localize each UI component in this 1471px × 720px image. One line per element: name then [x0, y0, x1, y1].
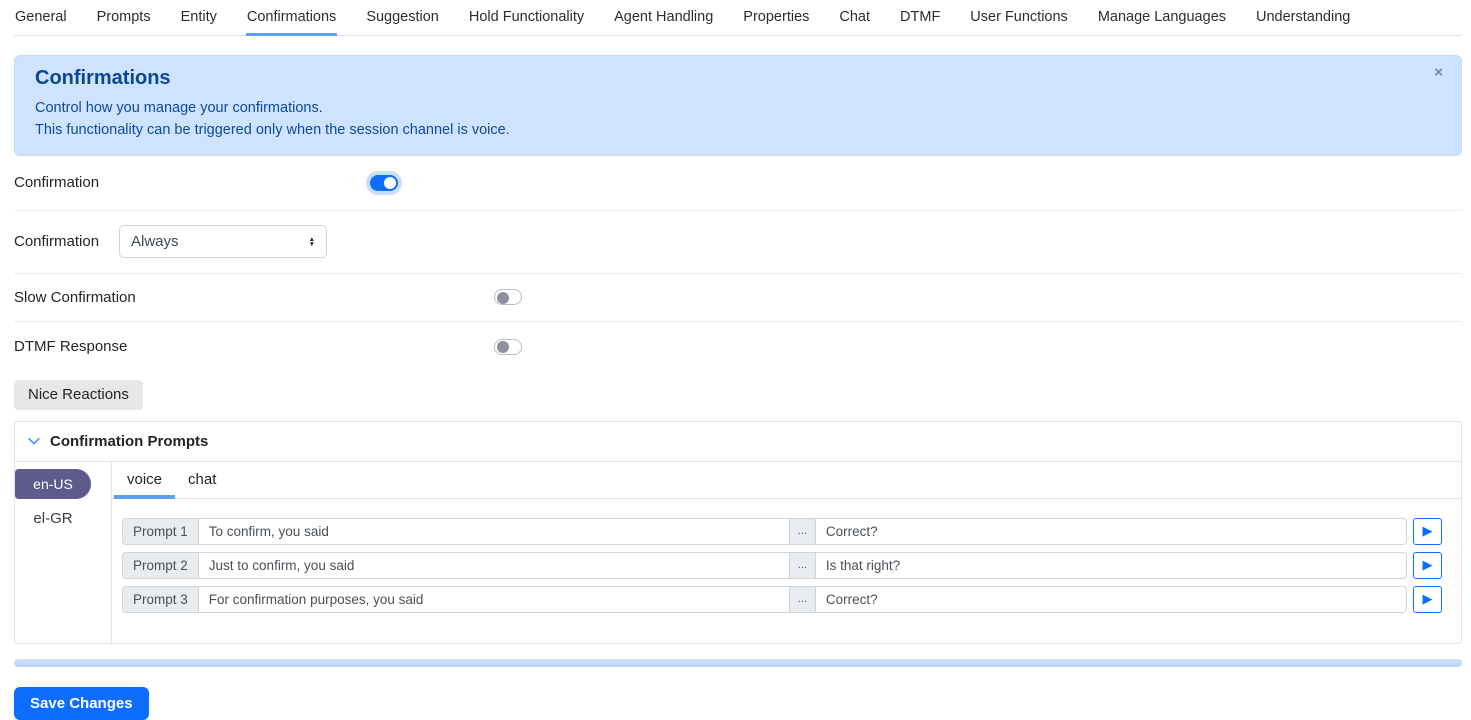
- confirmation-mode-row: Confirmation Always ▲ ▼: [14, 211, 1462, 274]
- dtmf-response-row: DTMF Response: [14, 322, 1462, 372]
- prompt-3-more-button[interactable]: ...: [790, 586, 815, 613]
- confirmations-settings-page: General Prompts Entity Confirmations Sug…: [0, 0, 1471, 720]
- confirmation-toggle-label: Confirmation: [14, 174, 370, 191]
- confirmation-prompts-header[interactable]: Confirmation Prompts: [15, 422, 1461, 462]
- prompt-row-2: Prompt 2 ... ▶: [122, 552, 1442, 579]
- prompt-3-label: Prompt 3: [122, 586, 198, 613]
- tab-hold-functionality[interactable]: Hold Functionality: [468, 9, 585, 35]
- select-arrows-icon: ▲ ▼: [309, 237, 315, 247]
- tab-chat[interactable]: chat: [175, 462, 229, 498]
- prompt-2-play-button[interactable]: ▶: [1413, 552, 1442, 579]
- save-changes-button[interactable]: Save Changes: [14, 687, 149, 720]
- play-icon: ▶: [1423, 593, 1433, 606]
- prompt-1-text-input[interactable]: [198, 518, 790, 545]
- prompt-3-suffix-input[interactable]: [815, 586, 1407, 613]
- panel-body: en-US el-GR voice chat Prompt 1 ... ▶: [15, 462, 1461, 643]
- tab-manage-languages[interactable]: Manage Languages: [1097, 9, 1227, 35]
- prompts-content: voice chat Prompt 1 ... ▶ Prompt 2 ...: [112, 462, 1461, 643]
- dtmf-response-label: DTMF Response: [14, 338, 494, 355]
- channel-tabs: voice chat: [112, 462, 1461, 499]
- banner-line2: This functionality can be triggered only…: [35, 119, 1441, 141]
- language-tab-en-us[interactable]: en-US: [15, 469, 91, 499]
- top-tab-bar: General Prompts Entity Confirmations Sug…: [14, 0, 1462, 36]
- prompt-1-play-button[interactable]: ▶: [1413, 518, 1442, 545]
- play-icon: ▶: [1423, 525, 1433, 538]
- language-tab-el-gr[interactable]: el-GR: [15, 499, 91, 527]
- chevron-down-icon[interactable]: [27, 434, 41, 448]
- tab-agent-handling[interactable]: Agent Handling: [613, 9, 714, 35]
- tab-confirmations[interactable]: Confirmations: [246, 9, 337, 35]
- confirmation-prompts-panel: Confirmation Prompts en-US el-GR voice c…: [14, 421, 1462, 644]
- confirmations-banner: × Confirmations Control how you manage y…: [14, 55, 1462, 156]
- slow-confirmation-toggle[interactable]: [494, 289, 522, 305]
- tab-understanding[interactable]: Understanding: [1255, 9, 1351, 35]
- tab-properties[interactable]: Properties: [742, 9, 810, 35]
- prompt-rows: Prompt 1 ... ▶ Prompt 2 ... ▶: [112, 499, 1461, 643]
- prompt-2-label: Prompt 2: [122, 552, 198, 579]
- slow-confirmation-label: Slow Confirmation: [14, 289, 494, 306]
- prompt-row-1: Prompt 1 ... ▶: [122, 518, 1442, 545]
- prompt-3-text-input[interactable]: [198, 586, 790, 613]
- dtmf-response-toggle[interactable]: [494, 339, 522, 355]
- prompt-1-more-button[interactable]: ...: [790, 518, 815, 545]
- confirmation-toggle-row: Confirmation: [14, 156, 1462, 211]
- tab-suggestion[interactable]: Suggestion: [365, 9, 440, 35]
- prompt-2-suffix-input[interactable]: [815, 552, 1407, 579]
- nice-reactions-button[interactable]: Nice Reactions: [14, 380, 143, 410]
- tab-user-functions[interactable]: User Functions: [969, 9, 1069, 35]
- confirmation-mode-select[interactable]: Always ▲ ▼: [119, 225, 327, 258]
- banner-line1: Control how you manage your confirmation…: [35, 97, 1441, 119]
- confirmation-toggle[interactable]: [370, 175, 398, 191]
- confirmation-mode-label: Confirmation: [14, 233, 119, 250]
- prompt-2-more-button[interactable]: ...: [790, 552, 815, 579]
- tab-prompts[interactable]: Prompts: [96, 9, 152, 35]
- panel-title: Confirmation Prompts: [50, 433, 208, 450]
- prompt-2-text-input[interactable]: [198, 552, 790, 579]
- banner-title: Confirmations: [35, 67, 1441, 90]
- tab-entity[interactable]: Entity: [180, 9, 218, 35]
- close-icon[interactable]: ×: [1428, 64, 1449, 81]
- play-icon: ▶: [1423, 559, 1433, 572]
- prompt-3-play-button[interactable]: ▶: [1413, 586, 1442, 613]
- tab-voice[interactable]: voice: [114, 462, 175, 498]
- prompt-1-label: Prompt 1: [122, 518, 198, 545]
- prompt-1-suffix-input[interactable]: [815, 518, 1407, 545]
- collapsed-panel-bar[interactable]: [14, 659, 1462, 667]
- tab-dtmf[interactable]: DTMF: [899, 9, 941, 35]
- language-list: en-US el-GR: [15, 462, 112, 643]
- tab-chat[interactable]: Chat: [838, 9, 871, 35]
- prompt-row-3: Prompt 3 ... ▶: [122, 586, 1442, 613]
- tab-general[interactable]: General: [14, 9, 68, 35]
- confirmation-mode-value: Always: [131, 233, 179, 250]
- slow-confirmation-row: Slow Confirmation: [14, 274, 1462, 322]
